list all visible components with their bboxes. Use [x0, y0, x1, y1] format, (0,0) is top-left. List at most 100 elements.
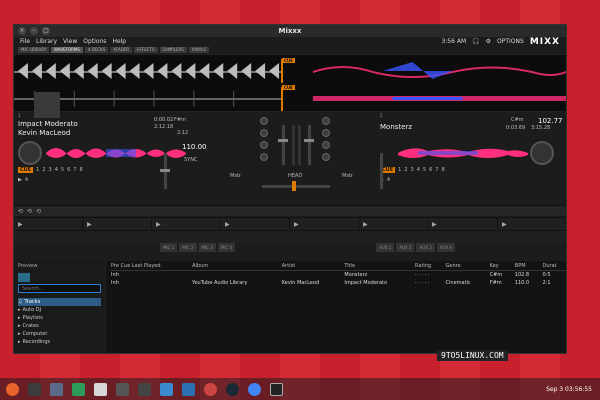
channel-fader-2-handle[interactable] [304, 139, 314, 142]
search-input[interactable]: Search... [18, 284, 101, 293]
mic-2-button[interactable]: MIC 2 [179, 243, 197, 252]
deck2-hotcue-8[interactable]: 8 [441, 167, 444, 173]
terminal-icon[interactable] [28, 382, 41, 396]
channel-fader-1[interactable] [282, 125, 285, 165]
col-duration[interactable]: Durat [540, 262, 566, 271]
sidebar-item-tracks[interactable]: ♫ Tracks [18, 298, 101, 306]
col-artist[interactable]: Artist [279, 262, 343, 271]
fx-unit-1-icon[interactable]: ⟲ [18, 208, 23, 215]
crossfader[interactable] [262, 185, 330, 188]
mixer-gain-knob-2[interactable] [322, 117, 330, 125]
sidebar-item-recordings[interactable]: ▸ Recordings [18, 338, 101, 346]
settings-icon[interactable] [204, 382, 217, 396]
cell-rating[interactable]: · · · · · [413, 279, 443, 287]
headphone-icon[interactable]: 🎧 [472, 38, 479, 45]
toggle-vinyls[interactable]: VINYLS [188, 47, 209, 53]
deck2-pitch-fader[interactable] [380, 153, 383, 189]
aux-2-button[interactable]: AUX 2 [396, 243, 415, 252]
fx-unit-2-icon[interactable]: ⟲ [27, 208, 32, 215]
col-precue[interactable]: Pre Cue Last Played [109, 262, 191, 271]
mixer-hi-knob-1[interactable] [260, 129, 268, 137]
toggle-samplers[interactable]: SAMPLERS [159, 47, 187, 53]
sidebar-item-playlists[interactable]: ▸ Playlists [18, 314, 101, 322]
deck2-hotcue-5[interactable]: 5 [423, 167, 426, 173]
deck1-hotcue-6[interactable]: 6 [67, 167, 70, 173]
deck2-hotcue-1[interactable]: 1 [398, 167, 401, 173]
deck1-hotcue-8[interactable]: 8 [79, 167, 82, 173]
files-icon[interactable] [50, 382, 63, 396]
col-album[interactable]: Album [190, 262, 280, 271]
deck1-cue-button[interactable]: CUE [18, 167, 34, 173]
toggle-effects[interactable]: EFFECTS [134, 47, 158, 53]
store-icon[interactable] [160, 382, 173, 396]
mixer-hi-knob-2[interactable] [322, 129, 330, 137]
deck2-overview-waveform[interactable] [398, 143, 528, 163]
gear-icon[interactable]: ⚙ [486, 38, 491, 45]
deck2-hotcue-7[interactable]: 7 [435, 167, 438, 173]
mixer-mid-knob-1[interactable] [260, 141, 268, 149]
channel-fader-1-handle[interactable] [278, 139, 288, 142]
editor-icon[interactable] [116, 382, 129, 396]
fx-unit-3-icon[interactable]: ⟲ [36, 208, 41, 215]
aux-1-button[interactable]: AUX 1 [376, 243, 395, 252]
channel-fader-2[interactable] [308, 125, 311, 165]
deck1-hotcue-4[interactable]: 4 [55, 167, 58, 173]
deck1-pitch-handle[interactable] [160, 169, 170, 172]
mixer-mid-knob-2[interactable] [322, 141, 330, 149]
preview-deck[interactable] [18, 273, 30, 282]
menu-library[interactable]: Library [36, 38, 57, 45]
vscode-icon[interactable] [182, 382, 195, 396]
firefox-icon[interactable] [6, 382, 19, 396]
mic-1-button[interactable]: MIC 1 [160, 243, 178, 252]
mixer-low-knob-1[interactable] [260, 153, 268, 161]
col-title[interactable]: Title [342, 262, 414, 271]
mixxx-taskbar-icon[interactable] [270, 382, 283, 396]
deck1-sync-button[interactable]: SYNC [184, 157, 197, 163]
waveform-overview[interactable]: CUE CUE [14, 54, 566, 112]
table-row[interactable]: Inh Monsterz · · · · · C#m 102.8 0:5 [109, 271, 566, 279]
chrome-icon[interactable] [248, 382, 261, 396]
aux-3-button[interactable]: AUX 3 [416, 243, 435, 252]
deck1-jog-wheel[interactable] [18, 141, 42, 165]
deck2-hotcue-3[interactable]: 3 [411, 167, 414, 173]
toggle-mic-library[interactable]: MIC LIBRARY [18, 47, 50, 53]
toggle-4-decks[interactable]: 4 DECKS [84, 47, 109, 53]
writer-icon[interactable] [94, 382, 107, 396]
deck1-hotcue-1[interactable]: 1 [36, 167, 39, 173]
mixer-low-knob-2[interactable] [322, 153, 330, 161]
mixer-cue-left[interactable]: Mstr [230, 173, 241, 179]
table-row[interactable]: Inh YouTube Audio Library Kevin MacLeod … [109, 279, 566, 287]
cell-rating[interactable]: · · · · · [413, 271, 443, 279]
deck1-hotcue-2[interactable]: 2 [42, 167, 45, 173]
deck1-loop-size[interactable]: 4 [25, 177, 28, 183]
deck1-play-icon[interactable]: ▶ [18, 177, 22, 183]
mixer-cue-right[interactable]: Mstr [342, 173, 353, 179]
deck2-hotcue-2[interactable]: 2 [404, 167, 407, 173]
calc-icon[interactable] [72, 382, 85, 396]
options-label[interactable]: OPTIONS [497, 38, 524, 45]
col-rating[interactable]: Rating [413, 262, 444, 271]
sidebar-item-crates[interactable]: ▸ Crates [18, 322, 101, 330]
deck1-hotcue-7[interactable]: 7 [73, 167, 76, 173]
sidebar-item-auto-dj[interactable]: ▸ Auto DJ [18, 306, 101, 314]
col-genre[interactable]: Genre [443, 262, 488, 271]
deck2-waveform[interactable] [14, 87, 566, 111]
menu-view[interactable]: View [63, 38, 77, 45]
menu-file[interactable]: File [20, 38, 30, 45]
mic-4-button[interactable]: MIC 4 [217, 243, 235, 252]
deck2-jog-wheel[interactable] [530, 141, 554, 165]
toggle-waveforms[interactable]: WAVEFORMS [51, 47, 83, 53]
col-key[interactable]: Key [487, 262, 513, 271]
deck2-hotcue-6[interactable]: 6 [429, 167, 432, 173]
col-bpm[interactable]: BPM [512, 262, 541, 271]
deck1-hotcue-3[interactable]: 3 [49, 167, 52, 173]
deck1-hotcue-5[interactable]: 5 [61, 167, 64, 173]
mixer-gain-knob-1[interactable] [260, 117, 268, 125]
crossfader-handle[interactable] [292, 181, 296, 191]
sidebar-item-computer[interactable]: ▸ Computer [18, 330, 101, 338]
deck2-loop-size[interactable]: 4 [387, 177, 390, 183]
aux-4-button[interactable]: AUX 4 [436, 243, 455, 252]
screenshot-icon[interactable] [138, 382, 151, 396]
toggle-xfader[interactable]: XFADER [110, 47, 133, 53]
deck2-hotcue-4[interactable]: 4 [417, 167, 420, 173]
